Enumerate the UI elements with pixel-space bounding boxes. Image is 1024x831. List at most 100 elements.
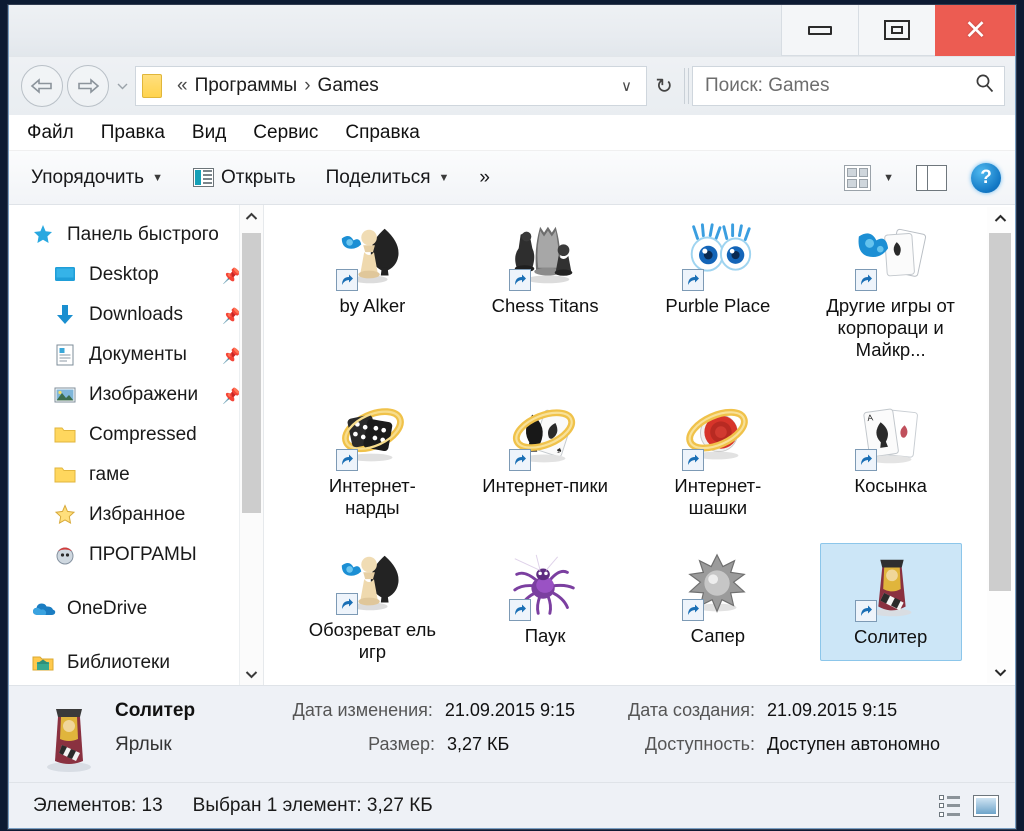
sidebar-item-label: Панель быстрого [67,224,219,245]
file-tile[interactable]: Паук [474,543,616,661]
downloads-arrow-icon [53,303,80,327]
menu-item-file[interactable]: Файл [27,122,74,144]
menu-item-help[interactable]: Справка [345,122,420,144]
sidebar-item-4[interactable]: Изображени 📌 [9,375,263,415]
file-tile[interactable]: Обозреват ель игр [301,543,443,662]
recent-locations-button[interactable] [113,65,131,107]
back-arrow-icon [30,78,52,94]
search-input[interactable]: Поиск: Games [692,66,1005,106]
title-bar: ✕ [9,5,1015,57]
breadcrumb-overflow[interactable]: « [177,75,188,97]
refresh-button[interactable]: ↻ [647,66,681,106]
libraries-icon [32,656,54,671]
menu-item-tools[interactable]: Сервис [253,122,318,144]
breadcrumb-item-1[interactable]: Games [318,75,379,97]
chess-pieces-icon [507,219,583,295]
sidebar-scroll-track[interactable] [240,227,263,663]
files-scroll-thumb[interactable] [989,233,1011,591]
view-layout-icon[interactable] [844,164,872,191]
sidebar-scroll-thumb[interactable] [242,233,261,513]
details-thumbnail [33,693,105,775]
file-list-pane[interactable]: by Alker Chess Titans Purble Place Други… [264,205,1015,685]
menu-item-view[interactable]: Вид [192,122,226,144]
file-tile-label: by Alker [339,295,406,316]
folder-icon [53,423,80,447]
breadcrumb-bar[interactable]: « Программы › Games ∨ [135,66,647,106]
sidebar-scrollbar[interactable] [239,205,263,685]
close-button[interactable]: ✕ [935,5,1015,56]
sidebar-item-7[interactable]: Избранное [9,495,263,535]
sidebar-item-1[interactable]: Desktop 📌 [9,255,263,295]
breadcrumb-dropdown-icon[interactable]: ∨ [611,77,642,95]
toolbar-overflow-button[interactable]: » [479,167,490,189]
large-icons-view-icon[interactable] [973,794,999,817]
file-tile[interactable]: Солитер [819,543,962,661]
minimize-button[interactable] [781,5,858,56]
sidebar-item-label: Изображени [89,384,199,405]
onedrive-cloud-icon [31,597,58,621]
chevron-up-icon [994,214,1006,222]
navigation-pane: Панель быстрого Desktop 📌 Downloads 📌 Докумен… [9,205,264,685]
king-card-icon [853,550,929,626]
details-size-key: Размер: [368,734,435,754]
details-columns: Солитер Ярлык Дата изменения: 21.09.2015… [115,700,1015,768]
sidebar-item-2[interactable]: Downloads 📌 [9,295,263,335]
file-tile[interactable]: Сапер [647,543,789,661]
sidebar-item-0[interactable]: Панель быстрого [9,215,263,255]
details-right-column: Дата создания: 21.09.2015 9:15 Доступнос… [575,700,940,768]
file-tile-label: Интернет-нарды [328,475,416,518]
sidebar-item-10[interactable]: Библиотеки [9,643,263,683]
shortcut-arrow-icon [854,449,877,471]
sidebar-item-6[interactable]: гаме [9,455,263,495]
shortcut-arrow-icon [509,269,532,291]
restore-button[interactable] [858,5,935,56]
search-icon [974,73,996,100]
file-tile[interactable]: Другие игры от корпораци и Майкр... [820,213,962,393]
files-scroll-track[interactable] [987,229,1013,661]
details-left-column: Дата изменения: 21.09.2015 9:15 Размер: … [235,700,575,768]
preview-pane-icon[interactable] [916,164,947,191]
programs-icon [53,543,80,567]
address-search-grip[interactable] [684,68,689,104]
explorer-window: ✕ « Программы › Games ∨ ↻ Поиск: Games Ф… [8,5,1016,829]
file-tile[interactable]: Интернет-шашки [647,393,789,543]
file-tile[interactable]: Интернет-нарды [301,393,443,543]
navigation-list: Панель быстрого Desktop 📌 Downloads 📌 Докумен… [9,205,263,683]
menu-bar: Файл Правка Вид Сервис Справка [9,115,1015,151]
chess-pawn-spade-icon [334,549,410,619]
dice-ring-icon [334,399,410,475]
sidebar-scroll-down-button[interactable] [240,663,263,685]
cartoon-eyes-icon [680,219,756,295]
file-tile[interactable]: A Косынка [820,393,962,543]
breadcrumb-separator: › [304,75,311,96]
view-dropdown-icon[interactable]: ▼ [883,172,894,184]
back-button[interactable] [21,65,63,107]
menu-item-edit[interactable]: Правка [101,122,165,144]
sidebar-item-label: Библиотеки [67,652,170,673]
file-tile[interactable]: Chess Titans [474,213,616,393]
file-tile[interactable]: ♠ Интернет-пики [474,393,616,543]
breadcrumb-item-0[interactable]: Программы [195,75,298,97]
sidebar-item-5[interactable]: Compressed [9,415,263,455]
file-tile[interactable]: by Alker [301,213,443,393]
share-label: Поделиться [325,166,431,188]
sidebar-item-9[interactable]: OneDrive [9,589,263,629]
organize-button[interactable]: Упорядочить ▼ [31,167,163,189]
sidebar-item-3[interactable]: Документы 📌 [9,335,263,375]
forward-button[interactable] [67,65,109,107]
sidebar-scroll-up-button[interactable] [240,205,263,227]
file-tile-label: Косынка [854,475,927,496]
files-scroll-up-button[interactable] [987,207,1013,229]
files-scroll-down-button[interactable] [987,661,1013,683]
pictures-icon [53,383,80,407]
help-button[interactable]: ? [971,162,1001,193]
open-button[interactable]: Открыть [192,167,296,189]
sidebar-item-8[interactable]: ПРОГРАМЫ [9,535,263,575]
details-view-icon[interactable] [939,794,963,817]
address-bar-row: « Программы › Games ∨ ↻ Поиск: Games [9,57,1015,115]
share-button[interactable]: Поделиться ▼ [326,167,450,189]
files-scrollbar[interactable] [987,207,1013,683]
shortcut-arrow-icon [509,599,532,621]
file-tile[interactable]: Purble Place [647,213,789,393]
shortcut-arrow-icon [336,449,359,471]
